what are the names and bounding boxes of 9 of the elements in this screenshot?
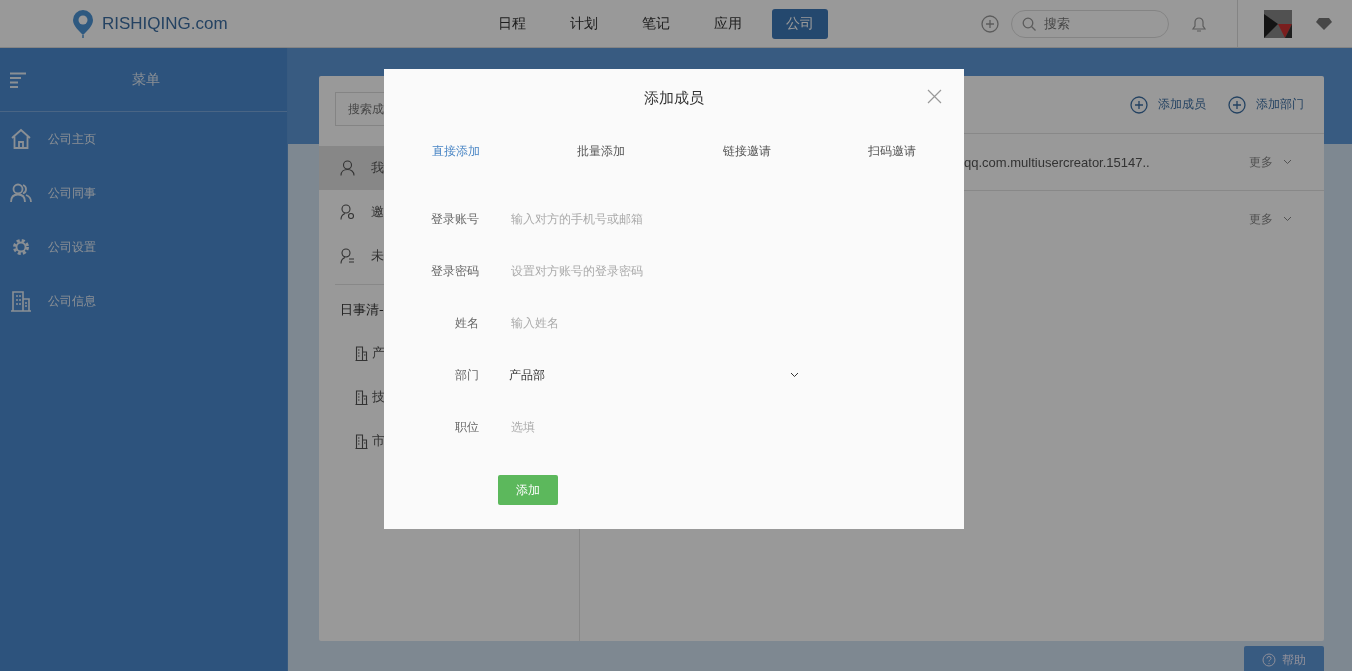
field-label: 职位 xyxy=(454,418,479,436)
dialog-title: 添加成员 xyxy=(644,88,704,108)
member-account: qq.com.multiusercreator.15147.. xyxy=(964,154,1150,170)
logo-text: RISHIQING.com xyxy=(102,13,228,34)
field-label: 登录密码 xyxy=(430,262,479,280)
field-label: 姓名 xyxy=(454,314,479,332)
field-label: 部门 xyxy=(454,366,479,384)
sidebar-title: 菜单 xyxy=(132,70,160,89)
field-label: 登录账号 xyxy=(430,210,479,228)
